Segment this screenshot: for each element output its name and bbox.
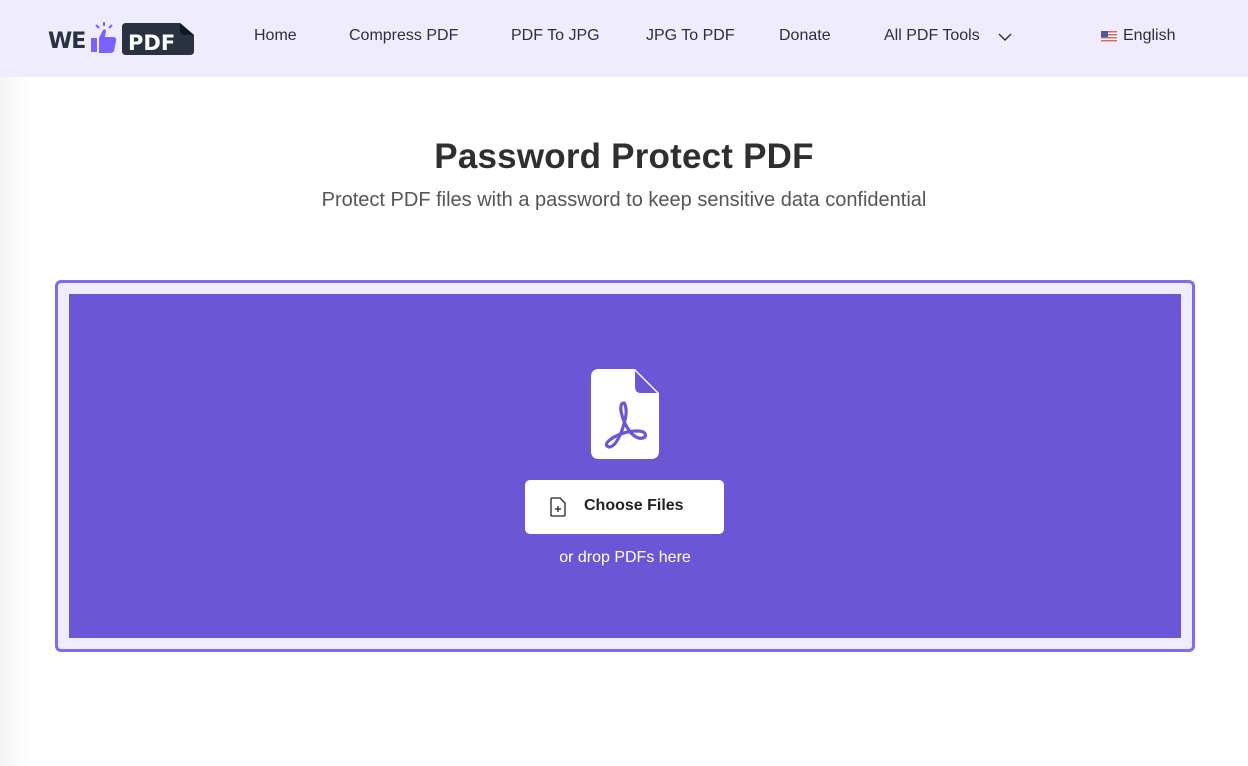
logo-pdf-box: PDF [122,23,194,55]
logo[interactable]: WE PDF [48,21,194,57]
header: WE PDF Home Compress PDF PDF To JPG JPG … [0,0,1248,77]
language-label: English [1123,27,1176,44]
logo-pdf-text: PDF [128,31,175,55]
drop-hint: or drop PDFs here [559,549,691,566]
language-selector[interactable]: English [1101,27,1175,45]
file-plus-icon [550,497,566,517]
us-flag-icon [1101,30,1117,42]
pdf-file-icon [591,369,659,459]
nav-home[interactable]: Home [254,27,297,45]
file-dropzone[interactable]: Choose Files or drop PDFs here [69,294,1181,638]
nav-jpg-to-pdf[interactable]: JPG To PDF [646,27,735,45]
nav-pdf-to-jpg[interactable]: PDF To JPG [511,27,600,45]
choose-files-label: Choose Files [584,497,684,514]
nav-compress-pdf[interactable]: Compress PDF [349,27,458,45]
thumbs-up-icon [91,22,117,53]
nav-all-pdf-tools[interactable]: All PDF Tools [884,27,980,45]
page-subtitle: Protect PDF files with a password to kee… [321,189,927,211]
chevron-down-icon[interactable] [998,33,1012,42]
logo-we-text: WE [48,29,86,54]
page-title: Password Protect PDF [434,137,814,176]
nav-donate[interactable]: Donate [779,27,831,45]
dropzone-frame: Choose Files or drop PDFs here [55,280,1195,652]
choose-files-button[interactable]: Choose Files [525,480,724,534]
